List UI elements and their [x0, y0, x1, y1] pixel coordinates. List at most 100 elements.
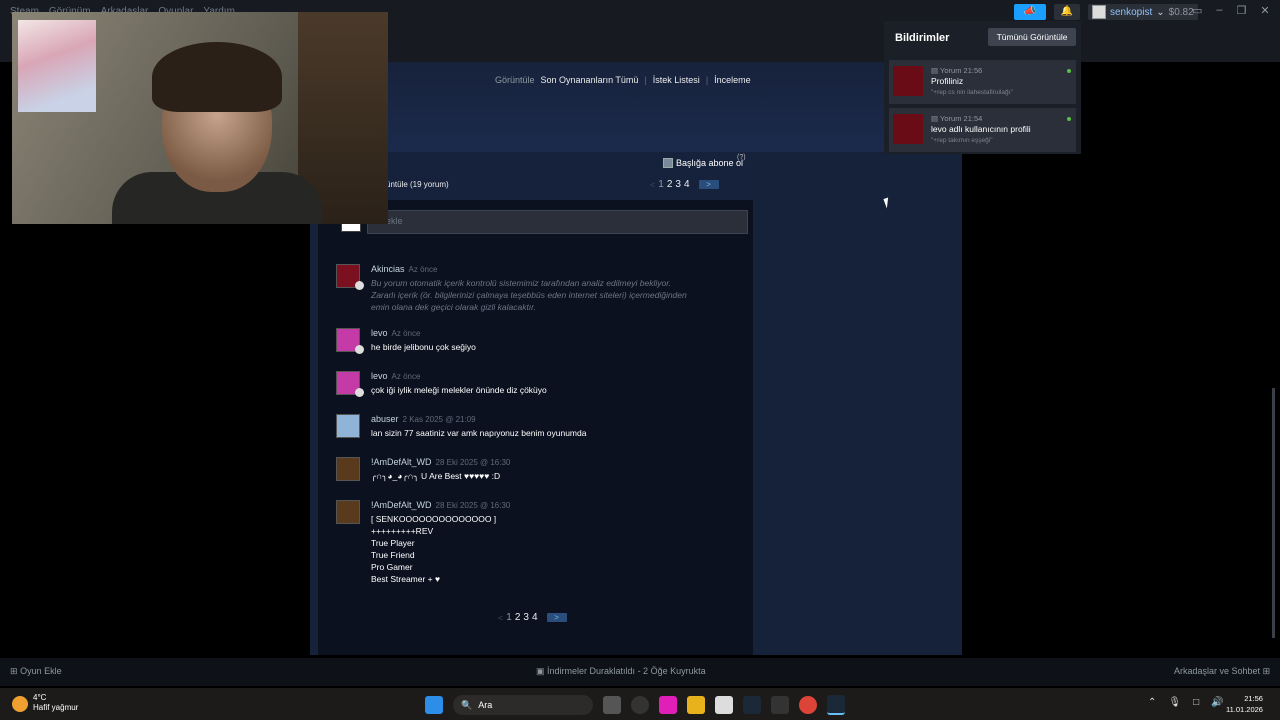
- avatar[interactable]: [336, 500, 360, 524]
- comment-line: +++++++++REV: [371, 526, 434, 536]
- account-name: senkopist: [1110, 6, 1153, 18]
- comment-header: abuser 2 Kas 2025 @ 21:09: [371, 414, 476, 424]
- separator: |: [644, 75, 647, 85]
- taskbar-search[interactable]: 🔍 Ara: [453, 695, 593, 715]
- add-game-button[interactable]: ⊞ Oyun Ekle: [10, 666, 62, 677]
- comment-body: çok iği iylik meleği melekler önünde diz…: [371, 384, 547, 396]
- subscribe-checkbox[interactable]: Başlığa abone ol: [663, 158, 743, 168]
- steam-active-icon[interactable]: [827, 695, 845, 715]
- chrome-icon[interactable]: [799, 696, 817, 714]
- page-2[interactable]: 2: [515, 612, 521, 623]
- notification-time: 21:54: [963, 114, 983, 123]
- next-page-button[interactable]: >: [698, 180, 719, 189]
- comment-line: emin olana dek geçici olarak gizli kalac…: [371, 302, 537, 312]
- comment-body: [ SENKOOOOOOOOOOOOOO ] +++++++++REV True…: [371, 513, 496, 585]
- comment-line: True Player: [371, 538, 415, 548]
- add-comment-input[interactable]: m ekle: [367, 210, 748, 234]
- obs-icon[interactable]: [631, 696, 649, 714]
- prev-page-button[interactable]: <: [498, 613, 503, 623]
- streaming-app-icon[interactable]: [659, 696, 677, 714]
- windows-start-icon[interactable]: [425, 696, 443, 714]
- bell-icon: 🔔: [1060, 6, 1074, 17]
- downloads-status[interactable]: ▣ İndirmeler Duraklatıldı - 2 Öğe Kuyruk…: [536, 666, 706, 677]
- friends-label: Arkadaşlar ve Sohbet: [1174, 666, 1261, 676]
- weather-icon: [12, 696, 28, 712]
- comment-body: lan sizin 77 saatiniz var amk napıyonuz …: [371, 427, 586, 439]
- status-icon: [355, 281, 364, 290]
- view-all-notifications-button[interactable]: Tümünü Görüntüle: [988, 28, 1076, 46]
- comment-author[interactable]: Akincias: [371, 264, 405, 274]
- scrollbar[interactable]: [1272, 388, 1275, 638]
- avatar[interactable]: [336, 457, 360, 481]
- view-all-comments-link[interactable]: üntüle (19 yorum): [386, 180, 449, 189]
- comment-author[interactable]: !AmDefAlt_WD: [371, 457, 432, 467]
- avatar: [893, 114, 923, 144]
- steam-icon[interactable]: [743, 696, 761, 714]
- comment-line: True Friend: [371, 550, 415, 560]
- next-page-button[interactable]: >: [546, 613, 567, 622]
- weather-widget[interactable]: 4°C Hafif yağmur: [12, 693, 78, 713]
- add-game-label: Oyun Ekle: [20, 666, 62, 676]
- prev-page-button[interactable]: <: [650, 180, 655, 190]
- status-icon: [355, 345, 364, 354]
- network-icon[interactable]: □: [1193, 697, 1199, 708]
- link-recent-games[interactable]: Son Oynananların Tümü: [541, 75, 639, 85]
- microphone-icon[interactable]: 🎙: [1168, 697, 1181, 708]
- comment-line: çok iği iylik meleği melekler önünde diz…: [371, 385, 547, 395]
- notification-type: Yorum: [940, 114, 962, 123]
- comment-line: Bu yorum otomatik içerik kontrolü sistem…: [371, 278, 672, 288]
- volume-icon[interactable]: 🔊: [1211, 697, 1223, 708]
- account-menu[interactable]: senkopist ⌄ $0.82: [1088, 4, 1198, 20]
- wall-art: [18, 20, 96, 112]
- download-icon: ▣: [536, 666, 545, 676]
- page-2[interactable]: 2: [667, 179, 673, 190]
- comment-author[interactable]: levo: [371, 328, 388, 338]
- page-4[interactable]: 4: [532, 612, 538, 623]
- comment-header: levo Az önce: [371, 371, 420, 381]
- link-reviews[interactable]: İnceleme: [714, 75, 751, 85]
- minimize-icon[interactable]: –: [1216, 4, 1222, 17]
- clock[interactable]: 21:56 11.01.2026: [1226, 693, 1263, 715]
- avatar: [893, 66, 923, 96]
- comment-author[interactable]: levo: [371, 371, 388, 381]
- help-icon[interactable]: (?): [737, 154, 746, 161]
- store-icon[interactable]: [715, 696, 733, 714]
- profile-links: Görüntüle Son Oynananların Tümü | İstek …: [495, 75, 751, 85]
- task-view-icon[interactable]: [603, 696, 621, 714]
- system-tray: ⌃ 🎙 □ 🔊: [1148, 697, 1224, 708]
- announcements-button[interactable]: 📣: [1014, 4, 1046, 20]
- link-wishlist[interactable]: İstek Listesi: [653, 75, 700, 85]
- page-1: 1: [506, 612, 512, 623]
- comment-line: ╭∩╮◕_◕╭∩╮ U Are Best ♥♥♥♥♥ :D: [371, 471, 501, 481]
- page-4[interactable]: 4: [684, 179, 690, 190]
- notification-item[interactable]: ▤ Yorum 21:56 Profiliniz "+rep cs nin il…: [889, 60, 1076, 104]
- notification-title: levo adlı kullanıcının profili: [931, 124, 1031, 134]
- comment-header: levo Az önce: [371, 328, 420, 338]
- comment-time: 28 Eki 2025 @ 16:30: [435, 501, 511, 510]
- file-explorer-icon[interactable]: [687, 696, 705, 714]
- avatar[interactable]: [336, 414, 360, 438]
- comment-author[interactable]: abuser: [371, 414, 399, 424]
- friends-chat-button[interactable]: Arkadaşlar ve Sohbet ⊞: [1174, 666, 1270, 677]
- page-3[interactable]: 3: [675, 179, 681, 190]
- links-prefix: Görüntüle: [495, 75, 535, 85]
- epic-games-icon[interactable]: [771, 696, 789, 714]
- comment-author[interactable]: !AmDefAlt_WD: [371, 500, 432, 510]
- page-3[interactable]: 3: [523, 612, 529, 623]
- profile-header: Görüntüle Son Oynananların Tümü | İstek …: [310, 62, 962, 152]
- steam-bottom-bar: ⊞ Oyun Ekle ▣ İndirmeler Duraklatıldı - …: [0, 658, 1280, 686]
- webcam-overlay: [12, 12, 388, 224]
- close-icon[interactable]: ✕: [1260, 4, 1269, 17]
- comment-line: Best Streamer + ♥: [371, 574, 441, 584]
- restore-icon[interactable]: ❐: [1237, 4, 1247, 17]
- notifications-button[interactable]: 🔔: [1054, 4, 1080, 20]
- chevron-up-icon[interactable]: ⌃: [1148, 697, 1156, 708]
- avatar: [1092, 5, 1106, 19]
- notification-snippet: "+rep cs nin ilahestafiruilağı": [931, 89, 1013, 96]
- notification-item[interactable]: ▤ Yorum 21:54 levo adlı kullanıcının pro…: [889, 108, 1076, 152]
- checkbox-icon[interactable]: [663, 158, 673, 168]
- separator: |: [705, 75, 709, 85]
- comment-body: Bu yorum otomatik içerik kontrolü sistem…: [371, 277, 731, 313]
- big-picture-icon[interactable]: ▭: [1192, 4, 1202, 17]
- comments-pager-top: < 1 2 3 4 >: [650, 179, 719, 190]
